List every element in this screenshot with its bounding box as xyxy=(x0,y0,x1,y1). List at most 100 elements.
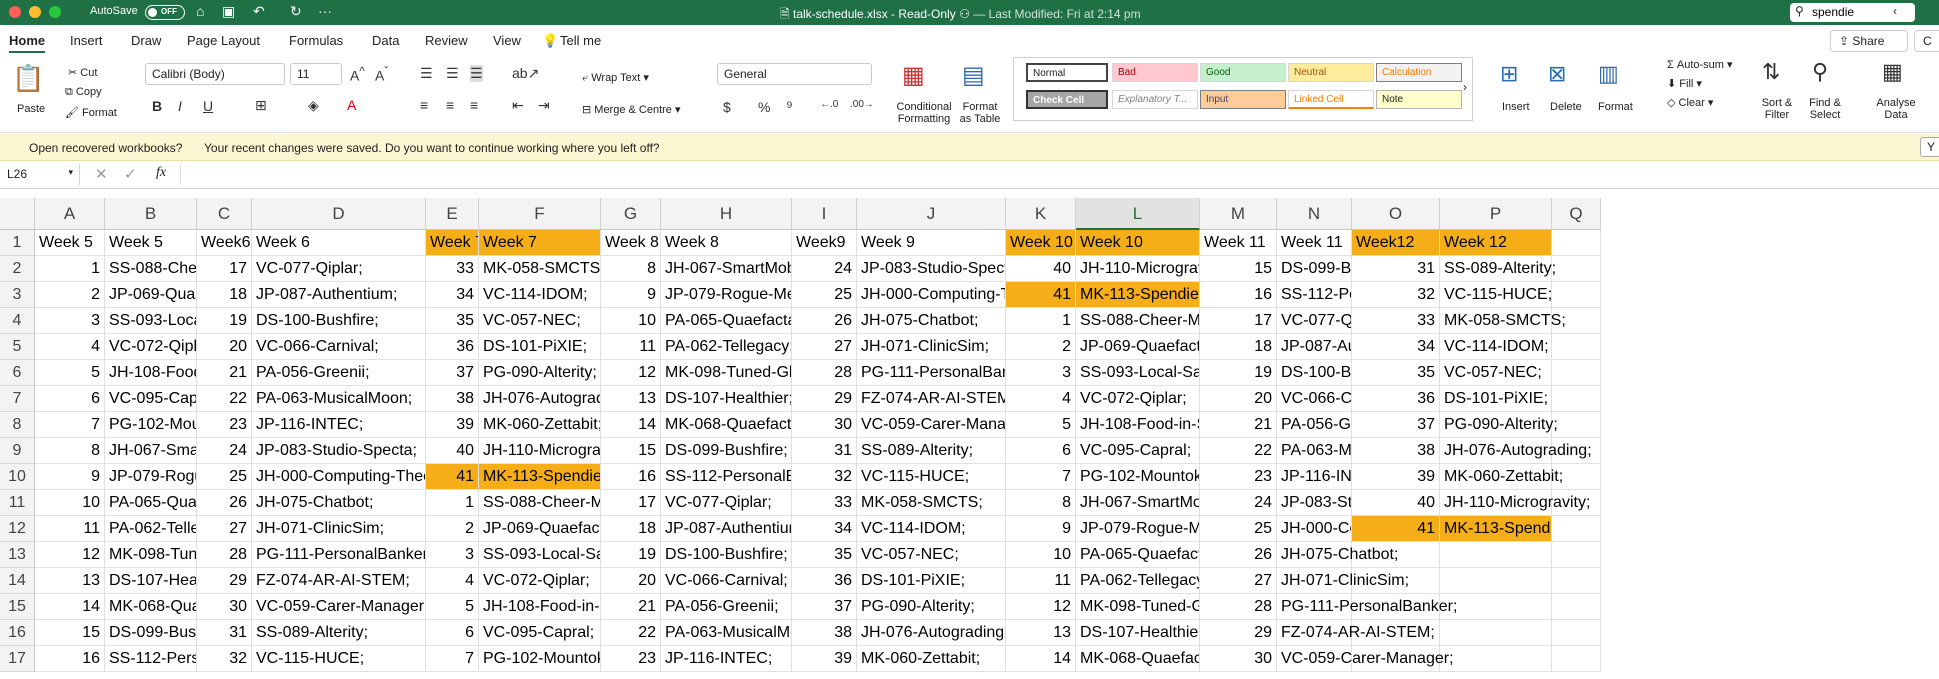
currency-icon[interactable]: $ xyxy=(723,99,731,115)
cell-i10[interactable]: 32 xyxy=(792,464,857,490)
cell-o2[interactable]: 31 xyxy=(1352,256,1440,282)
cell-d5[interactable]: VC-066-Carnival; xyxy=(252,334,426,360)
format-cells-button[interactable]: Format xyxy=(1598,101,1633,113)
cell-l1[interactable]: Week 10 xyxy=(1076,230,1200,256)
cell-h16[interactable]: PA-063-MusicalMoor xyxy=(661,620,792,646)
cell-g7[interactable]: 13 xyxy=(601,386,661,412)
find-select-icon[interactable]: ⚲ xyxy=(1812,59,1828,85)
cell-j5[interactable]: JH-071-ClinicSim; xyxy=(857,334,1006,360)
cell-f9[interactable]: JH-110-Microgravi xyxy=(479,438,601,464)
cell-k7[interactable]: 4 xyxy=(1006,386,1076,412)
home-icon[interactable]: ⌂ xyxy=(196,3,204,19)
cell-a14[interactable]: 13 xyxy=(35,568,105,594)
cell-i16[interactable]: 38 xyxy=(792,620,857,646)
cell-a3[interactable]: 2 xyxy=(35,282,105,308)
cell-b14[interactable]: DS-107-Health xyxy=(105,568,197,594)
cell-k10[interactable]: 7 xyxy=(1006,464,1076,490)
font-name-select[interactable]: Calibri (Body) xyxy=(145,63,285,85)
cell-b15[interactable]: MK-068-Quaef xyxy=(105,594,197,620)
cell-f4[interactable]: VC-057-NEC; xyxy=(479,308,601,334)
cell-d17[interactable]: VC-115-HUCE; xyxy=(252,646,426,672)
fill-button[interactable]: ⬇ Fill ▾ xyxy=(1667,77,1702,90)
cell-k8[interactable]: 5 xyxy=(1006,412,1076,438)
row-header-7[interactable]: 7 xyxy=(0,386,35,412)
cell-q2[interactable] xyxy=(1552,256,1601,282)
cell-b3[interactable]: JP-069-Quaefa xyxy=(105,282,197,308)
percent-icon[interactable]: % xyxy=(758,99,770,115)
cell-j13[interactable]: VC-057-NEC; xyxy=(857,542,1006,568)
cell-c5[interactable]: 20 xyxy=(197,334,252,360)
cell-j9[interactable]: SS-089-Alterity; xyxy=(857,438,1006,464)
tab-draw[interactable]: Draw xyxy=(131,33,161,48)
cell-k5[interactable]: 2 xyxy=(1006,334,1076,360)
cell-p8[interactable]: PG-090-Alterity; xyxy=(1440,412,1558,438)
font-size-select[interactable]: 11 xyxy=(290,63,342,85)
style-check-cell[interactable]: Check Cell xyxy=(1026,90,1108,109)
close-window-button[interactable] xyxy=(9,6,21,18)
cell-n7[interactable]: VC-066-Car xyxy=(1277,386,1352,412)
select-all-corner[interactable] xyxy=(0,198,35,230)
cell-g10[interactable]: 16 xyxy=(601,464,661,490)
cell-e16[interactable]: 6 xyxy=(426,620,479,646)
delete-cells-button[interactable]: Delete xyxy=(1550,101,1582,113)
sort-filter-icon[interactable]: ⇅ xyxy=(1762,59,1780,85)
cell-q5[interactable] xyxy=(1552,334,1601,360)
style-bad[interactable]: Bad xyxy=(1112,63,1198,82)
cell-c1[interactable]: Week6 xyxy=(197,230,252,256)
spreadsheet-grid[interactable]: ABCDEFGHIJKLMNOPQ 1 Week 5 Week 5 Week6 Week… xyxy=(0,198,1939,679)
cell-n3[interactable]: SS-112-Pers xyxy=(1277,282,1352,308)
comments-button[interactable]: C xyxy=(1914,30,1939,52)
cell-l3[interactable]: MK-113-Spendie; xyxy=(1076,282,1200,308)
cell-m1[interactable]: Week 11 xyxy=(1200,230,1277,256)
cell-q3[interactable] xyxy=(1552,282,1601,308)
cell-g17[interactable]: 23 xyxy=(601,646,661,672)
cell-p9[interactable]: JH-076-Autograding; xyxy=(1440,438,1592,464)
cell-d10[interactable]: JH-000-Computing-Theory; xyxy=(252,464,426,490)
cell-n13[interactable]: JH-075-Chatbot; xyxy=(1277,542,1398,568)
autosave-toggle[interactable]: OFF xyxy=(145,5,185,20)
cell-a8[interactable]: 7 xyxy=(35,412,105,438)
cell-g1[interactable]: Week 8 xyxy=(601,230,661,256)
align-bottom-icon[interactable]: ☰ xyxy=(470,65,483,82)
cell-m17[interactable]: 30 xyxy=(1200,646,1277,672)
row-header-2[interactable]: 2 xyxy=(0,256,35,282)
cell-f8[interactable]: MK-060-Zettabit; xyxy=(479,412,601,438)
cell-h17[interactable]: JP-116-INTEC; xyxy=(661,646,792,672)
row-header-12[interactable]: 12 xyxy=(0,516,35,542)
column-header-m[interactable]: M xyxy=(1200,198,1277,230)
cell-n17[interactable]: VC-059-Carer-Manager; xyxy=(1277,646,1454,672)
cell-k16[interactable]: 13 xyxy=(1006,620,1076,646)
cell-b17[interactable]: SS-112-Person xyxy=(105,646,197,672)
cell-a1[interactable]: Week 5 xyxy=(35,230,105,256)
align-right-icon[interactable]: ≡ xyxy=(470,97,478,113)
cell-l4[interactable]: SS-088-Cheer-Me; xyxy=(1076,308,1200,334)
cell-f5[interactable]: DS-101-PiXIE; xyxy=(479,334,601,360)
cell-l8[interactable]: JH-108-Food-in-Spa xyxy=(1076,412,1200,438)
cell-d15[interactable]: VC-059-Carer-Manager; xyxy=(252,594,426,620)
cancel-icon[interactable]: ✕ xyxy=(95,165,108,183)
merge-centre-button[interactable]: ⊟ Merge & Centre ▾ xyxy=(582,103,681,116)
cell-p11[interactable]: JH-110-Microgravity; xyxy=(1440,490,1590,516)
cell-q13[interactable] xyxy=(1552,542,1601,568)
cell-p1[interactable]: Week 12 xyxy=(1440,230,1552,256)
copy-button[interactable]: ⧉ Copy xyxy=(65,86,102,99)
cell-j15[interactable]: PG-090-Alterity; xyxy=(857,594,1006,620)
format-cells-icon[interactable]: ▥ xyxy=(1598,61,1619,87)
row-header-6[interactable]: 6 xyxy=(0,360,35,386)
cell-l6[interactable]: SS-093-Local-Salads xyxy=(1076,360,1200,386)
cell-b13[interactable]: MK-098-Tuned xyxy=(105,542,197,568)
cell-c6[interactable]: 21 xyxy=(197,360,252,386)
find-select-button[interactable]: Find & Select xyxy=(1800,97,1850,121)
cell-c15[interactable]: 30 xyxy=(197,594,252,620)
cell-f12[interactable]: JP-069-Quaefacta; xyxy=(479,516,601,542)
cell-l11[interactable]: JH-067-SmartMobo xyxy=(1076,490,1200,516)
row-header-14[interactable]: 14 xyxy=(0,568,35,594)
row-header-16[interactable]: 16 xyxy=(0,620,35,646)
cell-i7[interactable]: 29 xyxy=(792,386,857,412)
cell-l15[interactable]: MK-098-Tuned-Glol xyxy=(1076,594,1200,620)
cell-j1[interactable]: Week 9 xyxy=(857,230,1006,256)
cell-i9[interactable]: 31 xyxy=(792,438,857,464)
decrease-font-icon[interactable]: Aˇ xyxy=(375,65,388,84)
more-icon[interactable]: ··· xyxy=(318,3,332,19)
cell-o11[interactable]: 40 xyxy=(1352,490,1440,516)
